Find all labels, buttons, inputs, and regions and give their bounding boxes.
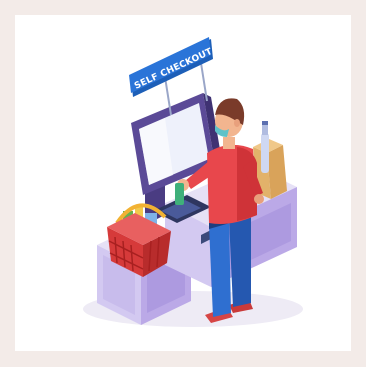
self-checkout-illustration: SELF CHECKOUT	[83, 37, 303, 327]
bottle-icon	[261, 121, 269, 173]
illustration-frame: SELF CHECKOUT	[15, 15, 351, 351]
